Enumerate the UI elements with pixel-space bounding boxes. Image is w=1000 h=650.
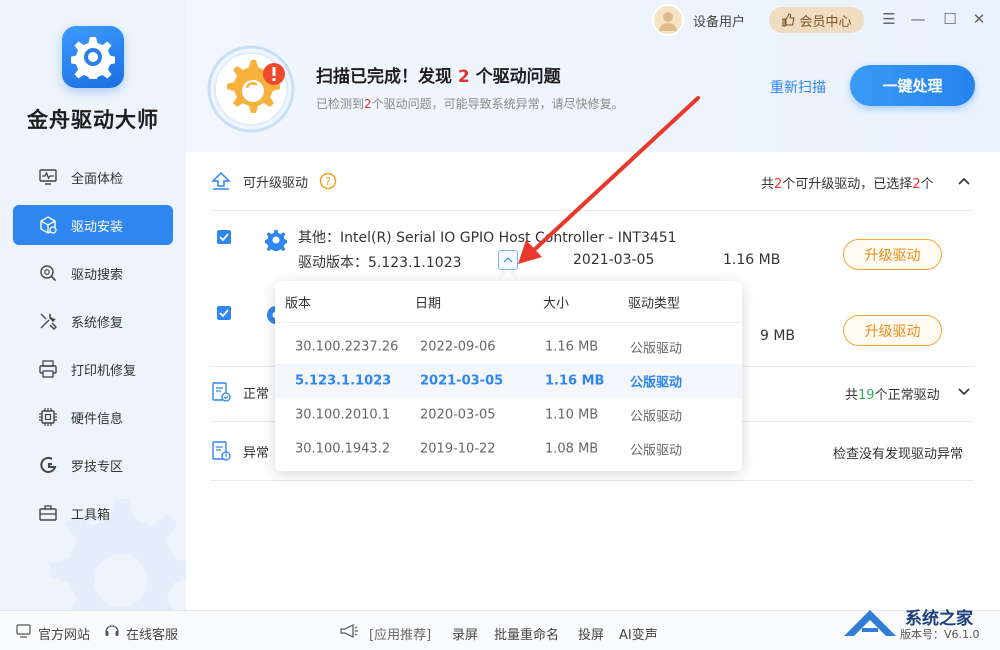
- section-divider: [210, 480, 974, 481]
- chip-icon: [39, 408, 57, 426]
- close-button[interactable]: ✕: [969, 10, 989, 28]
- user-avatar-icon: [659, 12, 677, 31]
- upgradable-summary: 共2个可升级驱动，已选择2个: [761, 177, 934, 192]
- version-dropdown-toggle[interactable]: [498, 250, 518, 270]
- recommend-batch-rename[interactable]: 批量重命名: [494, 624, 559, 643]
- driver-gear-icon: [265, 230, 287, 251]
- user-name[interactable]: 设备用户: [693, 11, 745, 30]
- toolbox-icon: [39, 505, 57, 521]
- cube-gear-icon: [40, 216, 57, 234]
- abnormal-section-header: 异常: [210, 441, 269, 461]
- doc-warning-icon: [212, 441, 231, 461]
- thumb-up-icon: [782, 13, 796, 27]
- upgrade-driver-1-button[interactable]: 升级驱动: [843, 239, 942, 270]
- monitor-icon: [16, 624, 31, 638]
- monitor-heart-icon: [39, 169, 57, 185]
- recommend-screen-cast[interactable]: 投屏: [578, 624, 604, 643]
- app-title: 金舟驱动大师: [27, 108, 159, 132]
- online-support-link[interactable]: 在线客服: [126, 624, 178, 643]
- megaphone-icon: [340, 624, 358, 638]
- driver-2-size: 9 MB: [760, 328, 796, 344]
- avatar[interactable]: [652, 4, 684, 36]
- sidebar-item-full-check[interactable]: 全面体检: [13, 157, 173, 197]
- scan-title: 扫描已完成！发现 2 个驱动问题: [316, 67, 561, 87]
- doc-check-icon: [212, 382, 231, 402]
- app-logo: [62, 26, 124, 88]
- abnormal-title: 异常: [243, 445, 270, 461]
- abnormal-summary: 检查没有发现驱动异常: [833, 447, 964, 462]
- logitech-icon: [40, 456, 57, 473]
- sidebar-nav: 全面体检 驱动安装 驱动搜索 系统修复 打印机修复 硬件信息 罗技专区 工具箱: [13, 157, 173, 541]
- chevron-up-icon: [503, 257, 513, 263]
- check-icon: [219, 233, 229, 241]
- official-site-link[interactable]: 官方网站: [38, 624, 90, 643]
- search-gear-icon: [40, 265, 57, 282]
- sidebar-item-printer-repair[interactable]: 打印机修复: [13, 349, 173, 389]
- upgradable-title: 可升级驱动: [243, 175, 309, 191]
- col-version: 版本: [285, 296, 312, 311]
- sidebar-item-label: 全面体检: [71, 171, 124, 187]
- col-type: 驱动类型: [628, 296, 681, 311]
- version-row-selected[interactable]: 5.123.1.1023 2021-03-05 1.16 MB 公版驱动: [275, 364, 742, 398]
- one-click-fix-button[interactable]: 一键处理: [850, 65, 975, 106]
- sidebar-item-label: 罗技专区: [71, 459, 124, 475]
- sidebar-item-label: 驱动安装: [71, 219, 124, 235]
- rescan-link[interactable]: 重新扫描: [770, 77, 826, 97]
- version-row[interactable]: 30.100.2237.26 2022-09-06 1.16 MB 公版驱动: [275, 330, 742, 364]
- col-size: 大小: [543, 296, 570, 311]
- help-icon[interactable]: ?: [319, 172, 337, 190]
- sidebar-item-driver-install[interactable]: 驱动安装: [13, 205, 173, 245]
- sidebar-item-logitech[interactable]: 罗技专区: [13, 445, 173, 485]
- menu-icon[interactable]: ☰: [879, 10, 899, 28]
- sidebar: 金舟驱动大师 全面体检 驱动安装 驱动搜索 系统修复 打印机修复 硬件信息 罗技: [0, 0, 186, 610]
- normal-title: 正常: [243, 386, 270, 402]
- check-icon: [219, 309, 229, 317]
- sidebar-item-system-repair[interactable]: 系统修复: [13, 301, 173, 341]
- vip-label: 会员中心: [799, 14, 852, 30]
- recommend-screen-record[interactable]: 录屏: [452, 624, 478, 643]
- upgrade-driver-2-button[interactable]: 升级驱动: [843, 315, 942, 346]
- driver-2-checkbox[interactable]: [217, 306, 231, 320]
- maximize-button[interactable]: ☐: [940, 10, 960, 28]
- headset-icon: [105, 625, 119, 636]
- tools-icon: [40, 313, 57, 330]
- scan-status-icon: [206, 44, 296, 134]
- sidebar-item-label: 驱动搜索: [71, 267, 124, 283]
- sidebar-item-label: 工具箱: [71, 507, 111, 523]
- version-row[interactable]: 30.100.1943.2 2019-10-22 1.08 MB 公版驱动: [275, 432, 742, 466]
- gear-logo-icon: [71, 37, 115, 79]
- driver-1-checkbox[interactable]: [217, 230, 231, 244]
- normal-summary: 共19个正常驱动: [845, 388, 940, 403]
- driver-1-size: 1.16 MB: [723, 252, 781, 268]
- driver-1-version: 驱动版本：5.123.1.1023: [298, 255, 462, 271]
- version-dropdown: 版本 日期 大小 驱动类型 30.100.2237.26 2022-09-06 …: [275, 281, 742, 471]
- driver-1-date: 2021-03-05: [573, 252, 655, 268]
- svg-text:?: ?: [325, 175, 331, 188]
- section-divider: [210, 210, 974, 211]
- upgrade-arrow-icon: [211, 171, 231, 190]
- app-version: 版本号：V6.1.0: [900, 628, 980, 641]
- recommend-ai-voice[interactable]: AI变声: [619, 624, 658, 643]
- sidebar-item-label: 系统修复: [71, 315, 124, 331]
- scan-subtitle: 已检测到2个驱动问题，可能导致系统异常，请尽快修复。: [316, 97, 624, 111]
- app-recommend-label: [应用推荐]: [369, 628, 432, 643]
- upgradable-section-header[interactable]: 可升级驱动 ?: [210, 171, 337, 191]
- sidebar-item-hardware-info[interactable]: 硬件信息: [13, 397, 173, 437]
- sidebar-item-toolbox[interactable]: 工具箱: [13, 493, 173, 533]
- expand-chevron-down-icon[interactable]: [957, 386, 971, 398]
- driver-1-name: 其他：Intel(R) Serial IO GPIO Host Controll…: [298, 230, 677, 246]
- minimize-button[interactable]: —: [908, 10, 928, 28]
- sidebar-item-label: 打印机修复: [71, 363, 137, 379]
- vip-center-button[interactable]: 会员中心: [769, 7, 864, 33]
- version-row[interactable]: 30.100.2010.1 2020-03-05 1.10 MB 公版驱动: [275, 398, 742, 432]
- collapse-chevron-up-icon[interactable]: [957, 175, 971, 187]
- col-date: 日期: [415, 296, 442, 311]
- sidebar-item-driver-search[interactable]: 驱动搜索: [13, 253, 173, 293]
- sidebar-item-label: 硬件信息: [71, 411, 124, 427]
- normal-section-header[interactable]: 正常: [210, 382, 269, 402]
- dropdown-header: 版本 日期 大小 驱动类型: [275, 281, 742, 323]
- printer-icon: [39, 360, 57, 378]
